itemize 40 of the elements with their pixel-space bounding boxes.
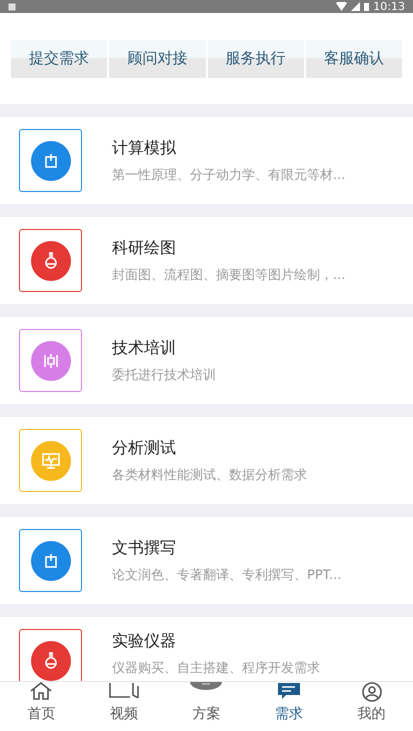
home-icon (29, 682, 54, 700)
battery-icon (364, 2, 370, 11)
nav-tab[interactable]: 需求 (248, 682, 330, 731)
nav-tab[interactable]: 我的 (330, 682, 413, 731)
service-title: 分析测试 (112, 436, 177, 459)
service-card[interactable]: 分析测试 各类材料性能测试、数据分析需求 (0, 417, 413, 504)
service-card[interactable]: 科研绘图 封面图、流程图、摘要图等图片绘制，... (0, 217, 413, 304)
nav-tab[interactable]: 首页 (0, 682, 83, 731)
step-label: 客服确认 (306, 40, 402, 78)
nav-tab[interactable]: 方案 (165, 682, 248, 731)
service-title: 技术培训 (112, 336, 177, 359)
service-description: 各类材料性能测试、数据分析需求 (112, 466, 307, 485)
notification-icon (8, 2, 16, 10)
upload-icon (42, 152, 58, 168)
monitor-icon (40, 452, 60, 470)
upload-icon (42, 552, 58, 568)
step-label: 顾问对接 (109, 40, 206, 78)
training-icon (42, 352, 60, 370)
flask-icon (42, 652, 58, 670)
service-title: 文书撰写 (112, 536, 177, 559)
service-card[interactable]: 技术培训 委托进行技术培训 (0, 317, 413, 404)
user-icon (360, 682, 383, 702)
nav-tab[interactable]: 视频 (82, 682, 166, 731)
service-description: 委托进行技术培训 (112, 366, 216, 385)
signal-icon (351, 2, 360, 11)
status-time: 10:13 (373, 1, 405, 12)
step-label: 服务执行 (208, 40, 304, 78)
service-card[interactable]: 文书撰写 论文润色、专著翻译、专利撰写、PPT... (0, 517, 413, 604)
flask-icon (42, 252, 58, 270)
service-title: 实验仪器 (112, 630, 177, 652)
service-description: 仪器购买、自主搭建、程序开发需求 (112, 660, 320, 678)
service-description: 论文润色、专著翻译、专利撰写、PPT... (112, 566, 342, 585)
service-title: 计算模拟 (112, 136, 177, 159)
service-title: 科研绘图 (112, 236, 177, 259)
service-description: 封面图、流程图、摘要图等图片绘制，... (112, 266, 346, 285)
service-card[interactable]: 实验仪器 仪器购买、自主搭建、程序开发需求 (0, 617, 413, 681)
wifi-icon (336, 2, 348, 11)
service-card[interactable]: 计算模拟 第一性原理、分子动力学、有限元等材... (0, 117, 413, 204)
service-description: 第一性原理、分子动力学、有限元等材... (112, 166, 346, 185)
step-label: 提交需求 (11, 40, 108, 78)
